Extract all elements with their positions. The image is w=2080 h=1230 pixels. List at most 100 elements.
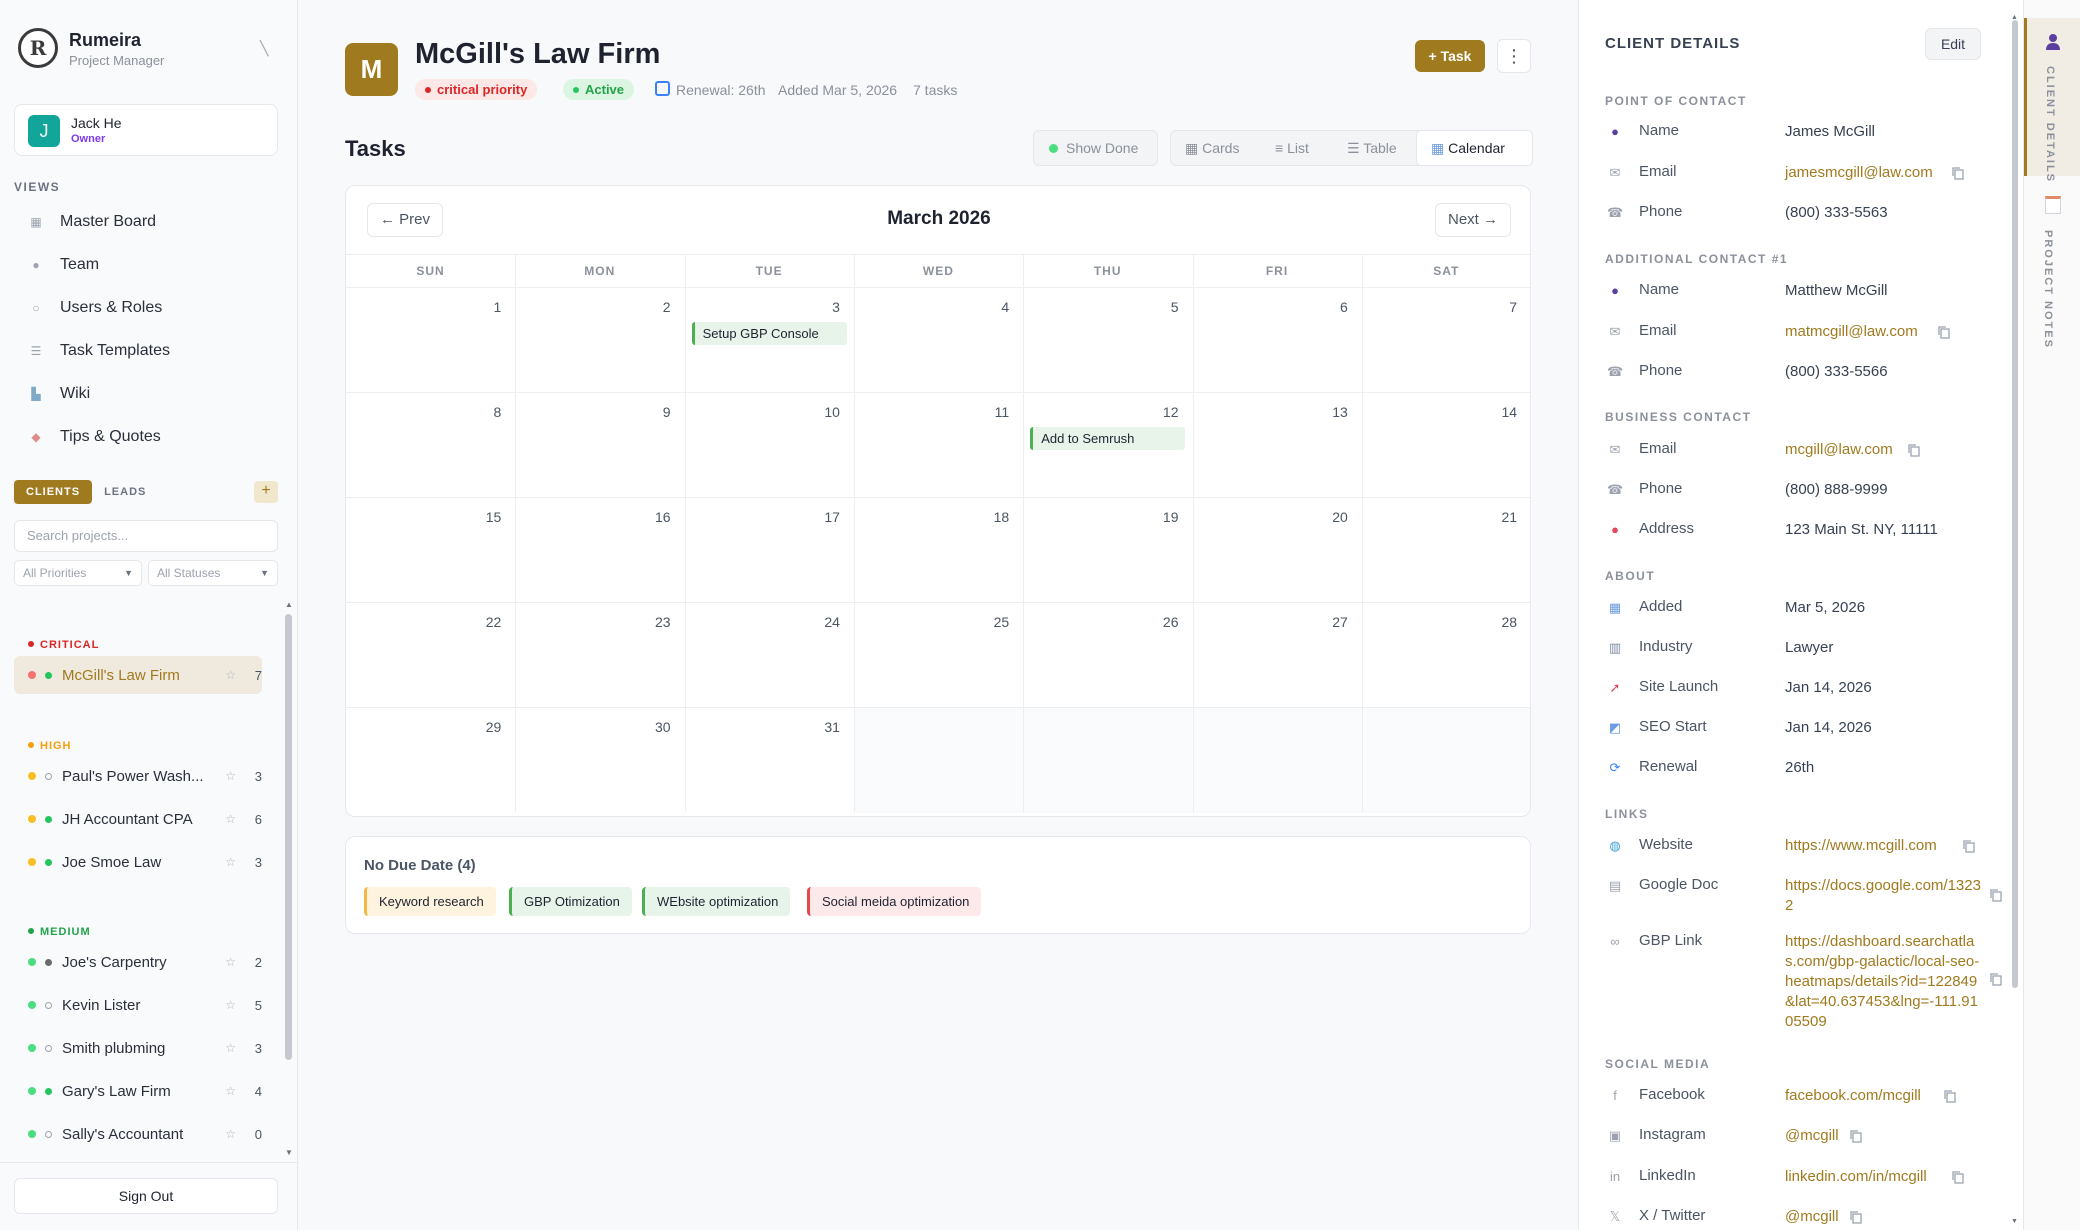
task-chip[interactable]: GBP Otimization	[509, 887, 632, 916]
chevron-down-icon: ▼	[260, 568, 269, 578]
copy-icon[interactable]	[1951, 166, 1965, 180]
star-icon[interactable]: ☆	[225, 1041, 236, 1055]
project-item[interactable]: Kevin Lister ☆ 5	[14, 986, 262, 1024]
wiki-icon: ▙	[31, 387, 41, 401]
email-link[interactable]: matmcgill@law.com	[1785, 322, 1985, 342]
project-item[interactable]: Smith plubming ☆ 3	[14, 1029, 262, 1067]
task-chip[interactable]: Social meida optimization	[807, 887, 982, 916]
edit-button[interactable]: Edit	[1925, 28, 1981, 60]
task-chip[interactable]: WEbsite optimization	[642, 887, 791, 916]
day-number: 4	[1001, 299, 1010, 315]
website-link[interactable]: https://www.mcgill.com	[1785, 836, 1985, 856]
tab-client-details[interactable]: CLIENT DETAILS	[2024, 18, 2080, 183]
google-doc-link[interactable]: https://docs.google.com/13232	[1785, 876, 1985, 916]
project-list-scrollbar[interactable]: ▲ ▼	[285, 600, 293, 1160]
copy-icon[interactable]	[1937, 325, 1951, 339]
view-calendar-button[interactable]: ▦ Calendar	[1416, 130, 1533, 166]
nav-tips-quotes[interactable]: ◆ Tips & Quotes	[14, 420, 284, 454]
copy-icon[interactable]	[1849, 1129, 1863, 1143]
next-month-button[interactable]: Next →	[1435, 203, 1512, 237]
nav-master-board[interactable]: ▦ Master Board	[14, 205, 284, 239]
user-card[interactable]: J Jack He Owner	[14, 104, 278, 156]
section-heading: POINT OF CONTACT	[1605, 94, 1747, 108]
calendar-event[interactable]: Setup GBP Console	[691, 322, 847, 345]
email-link[interactable]: mcgill@law.com	[1785, 440, 1985, 460]
priority-filter[interactable]: All Priorities ▼	[14, 560, 142, 586]
list-tabs: CLIENTS LEADS	[14, 480, 158, 504]
star-icon[interactable]: ☆	[225, 812, 236, 826]
project-item[interactable]: JH Accountant CPA ☆ 6	[14, 800, 262, 838]
detail-label: Renewal	[1639, 758, 1698, 775]
project-name: Kevin Lister	[62, 996, 141, 1014]
project-item[interactable]: Joe Smoe Law ☆ 3	[14, 843, 262, 881]
tab-leads[interactable]: LEADS	[92, 480, 158, 504]
copy-icon[interactable]	[1951, 1170, 1965, 1184]
project-item[interactable]: Joe's Carpentry ☆ 2	[14, 943, 262, 981]
instagram-link[interactable]: @mcgill	[1785, 1126, 1985, 1146]
search-input[interactable]: Search projects...	[14, 520, 278, 552]
scroll-down-icon[interactable]: ▼	[285, 1148, 293, 1157]
scroll-down-icon[interactable]: ▼	[2011, 1218, 2018, 1225]
detail-value: (800) 888-9999	[1785, 481, 1888, 498]
gbp-link[interactable]: https://dashboard.searchatlas.com/gbp-ga…	[1785, 932, 1985, 1032]
star-icon[interactable]: ☆	[225, 855, 236, 869]
task-chip[interactable]: Keyword research	[364, 887, 496, 916]
project-item[interactable]: Paul's Power Wash... ☆ 3	[14, 757, 262, 795]
star-icon[interactable]: ☆	[225, 668, 236, 682]
view-cards-button[interactable]: ▦ Cards	[1185, 131, 1239, 165]
nav-task-templates[interactable]: ☰ Task Templates	[14, 334, 284, 368]
project-item[interactable]: Gary's Law Firm ☆ 4	[14, 1072, 262, 1110]
side-tabs: CLIENT DETAILS PROJECT NOTES	[2023, 0, 2080, 1230]
no-due-date-section: No Due Date (4) Keyword research GBP Oti…	[345, 836, 1531, 934]
sidebar: R Rumeira Project Manager ╲ J Jack He Ow…	[0, 0, 298, 1230]
show-done-toggle[interactable]: Show Done	[1033, 130, 1158, 166]
detail-label: Added	[1639, 598, 1683, 615]
sign-out-button[interactable]: Sign Out	[14, 1178, 278, 1214]
copy-icon[interactable]	[1962, 839, 1976, 853]
scrollbar-thumb[interactable]	[285, 614, 292, 1060]
project-item[interactable]: McGill's Law Firm ☆ 7	[14, 656, 262, 694]
twitter-link[interactable]: @mcgill	[1785, 1207, 1985, 1227]
copy-icon[interactable]	[1907, 443, 1921, 457]
copy-icon[interactable]	[1989, 972, 2003, 986]
star-icon[interactable]: ☆	[225, 998, 236, 1012]
details-scrollbar[interactable]: ▲ ▼	[2011, 14, 2019, 1226]
copy-icon[interactable]	[1849, 1210, 1863, 1224]
day-number: 13	[1332, 404, 1348, 420]
detail-label: GBP Link	[1639, 932, 1703, 949]
more-options-button[interactable]: ⋮	[1497, 39, 1531, 73]
board-icon: ▦	[30, 215, 42, 229]
document-icon: ▤	[1608, 878, 1622, 893]
nav-wiki[interactable]: ▙ Wiki	[14, 377, 284, 411]
nav-team[interactable]: ● Team	[14, 248, 284, 282]
add-project-button[interactable]: +	[254, 481, 278, 503]
view-list-button[interactable]: ≡ List	[1275, 131, 1309, 165]
calendar-event[interactable]: Add to Semrush	[1030, 427, 1186, 450]
star-icon[interactable]: ☆	[225, 1084, 236, 1098]
detail-value: Jan 14, 2026	[1785, 719, 1872, 736]
calendar: ← Prev March 2026 Next → SUN MON TUE WED THU…	[345, 185, 1531, 817]
star-icon[interactable]: ☆	[225, 1127, 236, 1141]
copy-icon[interactable]	[1943, 1089, 1957, 1103]
project-item[interactable]: Sally's Accountant ☆ 0	[14, 1115, 262, 1153]
nav-users-roles[interactable]: ○ Users & Roles	[14, 291, 284, 325]
badge-dot	[425, 87, 431, 93]
scroll-up-icon[interactable]: ▲	[285, 600, 293, 609]
star-icon[interactable]: ☆	[225, 769, 236, 783]
day-number: 29	[485, 719, 502, 735]
scrollbar-thumb[interactable]	[2012, 20, 2018, 988]
detail-value: 123 Main St. NY, 11111	[1785, 521, 1938, 538]
tab-label: CLIENT DETAILS	[2044, 66, 2056, 184]
tab-clients[interactable]: CLIENTS	[14, 480, 93, 504]
add-task-button[interactable]: + Task	[1415, 40, 1485, 72]
star-icon[interactable]: ☆	[225, 955, 236, 969]
tab-label: PROJECT NOTES	[2042, 230, 2054, 349]
status-filter[interactable]: All Statuses ▼	[148, 560, 278, 586]
day-number: 15	[485, 509, 502, 525]
task-count: 7	[254, 667, 262, 683]
link-icon: ∞	[1610, 934, 1620, 949]
copy-icon[interactable]	[1989, 888, 2003, 902]
view-table-button[interactable]: ☰ Table	[1347, 131, 1397, 165]
tab-project-notes[interactable]: PROJECT NOTES	[2024, 190, 2080, 349]
collapse-sidebar-icon[interactable]: ╲	[260, 40, 268, 57]
